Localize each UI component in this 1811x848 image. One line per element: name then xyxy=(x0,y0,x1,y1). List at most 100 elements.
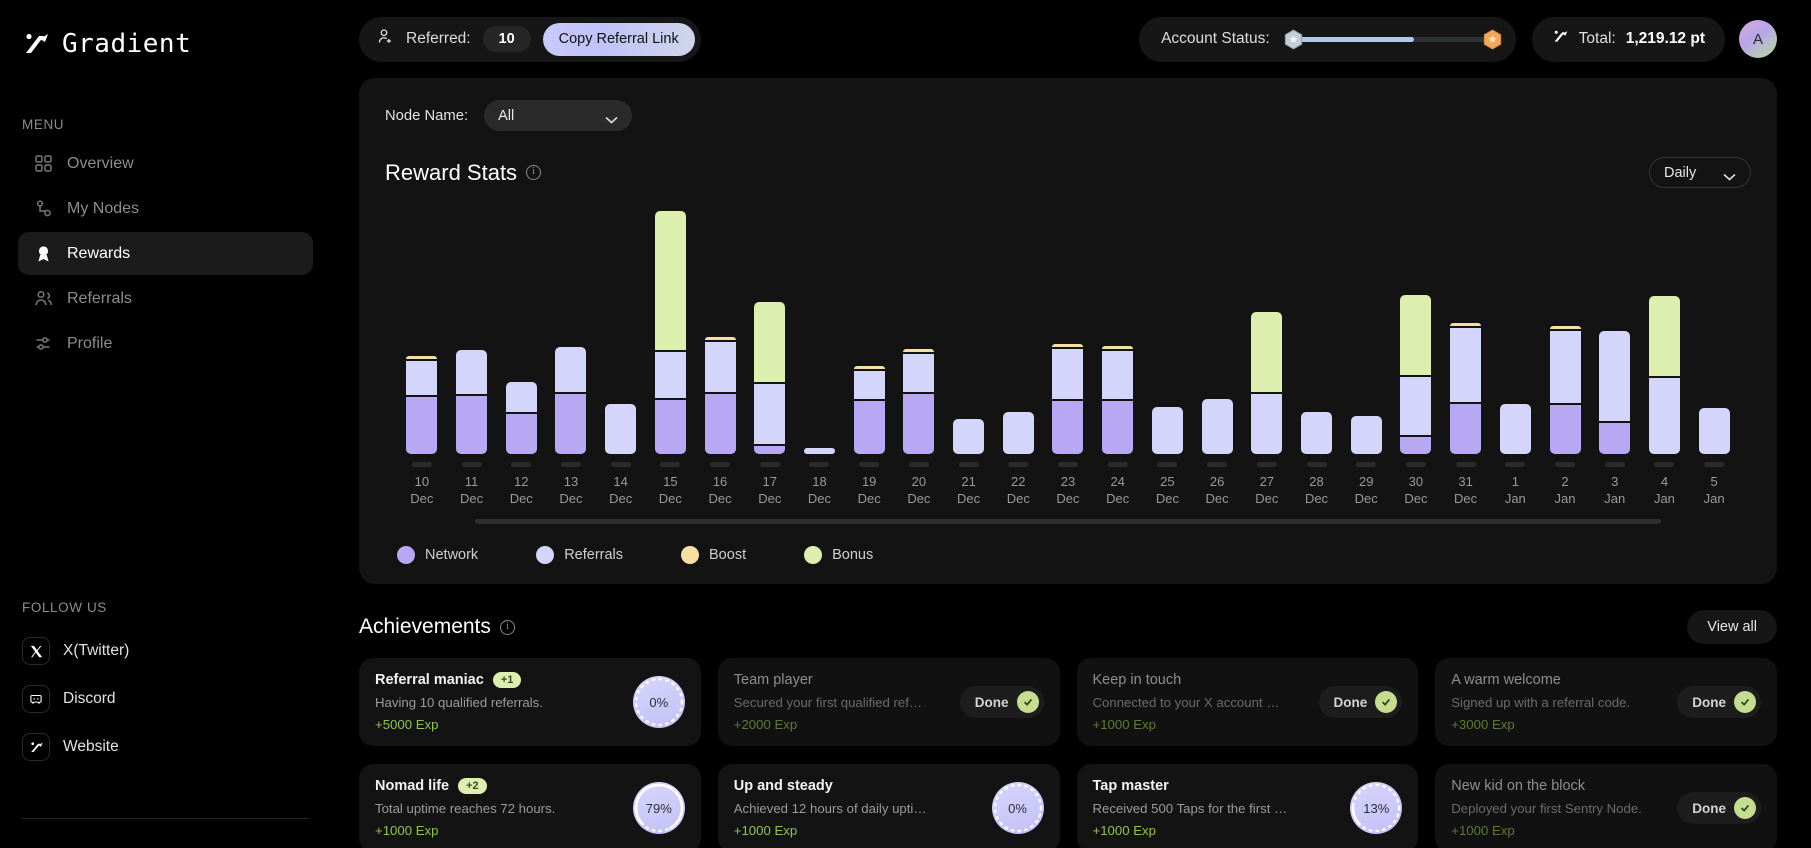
chart-bar[interactable] xyxy=(944,206,994,454)
achievement-name: Tap master xyxy=(1093,778,1341,794)
chart-bar[interactable] xyxy=(1391,206,1441,454)
chart-bar[interactable] xyxy=(447,206,497,454)
sidebar-item-rewards[interactable]: Rewards xyxy=(18,232,313,275)
achievement-card[interactable]: Team playerSecured your first qualified … xyxy=(718,658,1060,746)
chart-bar[interactable] xyxy=(1143,206,1193,454)
sidebar-item-overview[interactable]: Overview xyxy=(18,142,313,185)
chart-bar[interactable] xyxy=(596,206,646,454)
chart-segment-referrals xyxy=(1102,349,1133,399)
node-name-select[interactable]: All xyxy=(484,100,632,131)
sidebar-item-profile[interactable]: Profile xyxy=(18,322,313,365)
chart-bar[interactable] xyxy=(1192,206,1242,454)
chart-bar[interactable] xyxy=(1441,206,1491,454)
chart-bar-stack xyxy=(1649,296,1680,454)
chart-bar[interactable] xyxy=(1590,206,1640,454)
chart-bar[interactable] xyxy=(1292,206,1342,454)
tick-month: Dec xyxy=(1093,490,1143,507)
tick-marker xyxy=(462,462,482,467)
tick-month: Jan xyxy=(1590,490,1640,507)
legend-item[interactable]: Bonus xyxy=(804,546,873,564)
achievement-card[interactable]: Tap masterReceived 500 Taps for the firs… xyxy=(1077,764,1419,848)
achievement-title: Up and steady xyxy=(734,778,833,794)
social-link-website[interactable]: Website xyxy=(18,723,313,771)
legend-item[interactable]: Referrals xyxy=(536,546,623,564)
tick-marker xyxy=(1605,462,1625,467)
chart-bar[interactable] xyxy=(1341,206,1391,454)
legend-item[interactable]: Boost xyxy=(681,546,746,564)
sidebar-item-my-nodes[interactable]: My Nodes xyxy=(18,187,313,230)
topbar: Referred: 10 Copy Referral Link Account … xyxy=(331,0,1811,78)
info-icon[interactable]: i xyxy=(500,620,515,635)
chart-bar[interactable] xyxy=(546,206,596,454)
info-icon[interactable]: i xyxy=(526,165,541,180)
legend-swatch xyxy=(536,546,554,564)
tick-marker xyxy=(1307,462,1327,467)
chart-bar[interactable] xyxy=(1540,206,1590,454)
tick-marker xyxy=(511,462,531,467)
achievement-exp: +1000 Exp xyxy=(375,823,623,838)
copy-referral-link-button[interactable]: Copy Referral Link xyxy=(543,23,695,56)
chart-bar[interactable] xyxy=(894,206,944,454)
chart-bar[interactable] xyxy=(1242,206,1292,454)
chart-bar[interactable] xyxy=(795,206,845,454)
achievement-card[interactable]: Nomad life+2Total uptime reaches 72 hour… xyxy=(359,764,701,848)
chart-bar[interactable] xyxy=(844,206,894,454)
chart-segment-referrals xyxy=(705,340,736,392)
chart-bar[interactable] xyxy=(397,206,447,454)
done-badge: Done xyxy=(1319,686,1403,718)
chart-segment-referrals xyxy=(1400,375,1431,435)
legend-swatch xyxy=(804,546,822,564)
chart-bar[interactable] xyxy=(745,206,795,454)
achievement-name: Up and steady xyxy=(734,778,982,794)
tick-day: 10 xyxy=(397,473,447,490)
account-status-slider[interactable] xyxy=(1284,28,1502,50)
chart-bar[interactable] xyxy=(1689,206,1739,454)
chart-segment-referrals xyxy=(1003,412,1034,454)
achievement-name: A warm welcome xyxy=(1451,672,1667,688)
social-link-discord[interactable]: Discord xyxy=(18,675,313,723)
period-select[interactable]: Daily xyxy=(1649,157,1751,188)
tick-marker xyxy=(809,462,829,467)
sidebar-item-referrals[interactable]: Referrals xyxy=(18,277,313,320)
chart-bar[interactable] xyxy=(496,206,546,454)
tick-month: Dec xyxy=(1391,490,1441,507)
sidebar-item-label: Referrals xyxy=(67,290,132,308)
tick-month: Jan xyxy=(1490,490,1540,507)
social-link-twitter[interactable]: X(Twitter) xyxy=(18,627,313,675)
chart-bar[interactable] xyxy=(1093,206,1143,454)
achievement-card[interactable]: New kid on the blockDeployed your first … xyxy=(1435,764,1777,848)
node-name-value: All xyxy=(498,108,514,124)
chart-bar[interactable] xyxy=(993,206,1043,454)
legend-item[interactable]: Network xyxy=(397,546,478,564)
chart-segment-referrals xyxy=(903,352,934,392)
achievement-card[interactable]: Referral maniac+1Having 10 qualified ref… xyxy=(359,658,701,746)
view-all-button[interactable]: View all xyxy=(1687,610,1777,644)
tick-day: 18 xyxy=(795,473,845,490)
achievement-card[interactable]: Keep in touchConnected to your X account… xyxy=(1077,658,1419,746)
chart-horizontal-scrollbar[interactable] xyxy=(475,519,1661,524)
chart-bar[interactable] xyxy=(1640,206,1690,454)
avatar[interactable]: A xyxy=(1739,20,1777,58)
achievement-card[interactable]: A warm welcomeSigned up with a referral … xyxy=(1435,658,1777,746)
tick-day: 14 xyxy=(596,473,646,490)
chart-bar[interactable] xyxy=(646,206,696,454)
brand-name: Gradient xyxy=(62,29,191,59)
chart-x-tick: 2Jan xyxy=(1540,462,1590,507)
done-label: Done xyxy=(1692,801,1726,816)
tick-day: 20 xyxy=(894,473,944,490)
achievement-description: Secured your first qualified ref… xyxy=(734,695,950,710)
tick-day: 2 xyxy=(1540,473,1590,490)
chart-bar[interactable] xyxy=(1043,206,1093,454)
main-content: Referred: 10 Copy Referral Link Account … xyxy=(331,0,1811,848)
sidebar-item-label: Rewards xyxy=(67,245,130,263)
chart-bar[interactable] xyxy=(1490,206,1540,454)
legend-label: Network xyxy=(425,547,478,563)
brand[interactable]: Gradient xyxy=(18,0,313,70)
sidebar-divider xyxy=(22,818,309,819)
chart-bar[interactable] xyxy=(695,206,745,454)
chart-bar-stack xyxy=(1102,346,1133,454)
tick-marker xyxy=(611,462,631,467)
chart-segment-network xyxy=(1052,399,1083,454)
tick-month: Dec xyxy=(646,490,696,507)
achievement-card[interactable]: Up and steadyAchieved 12 hours of daily … xyxy=(718,764,1060,848)
